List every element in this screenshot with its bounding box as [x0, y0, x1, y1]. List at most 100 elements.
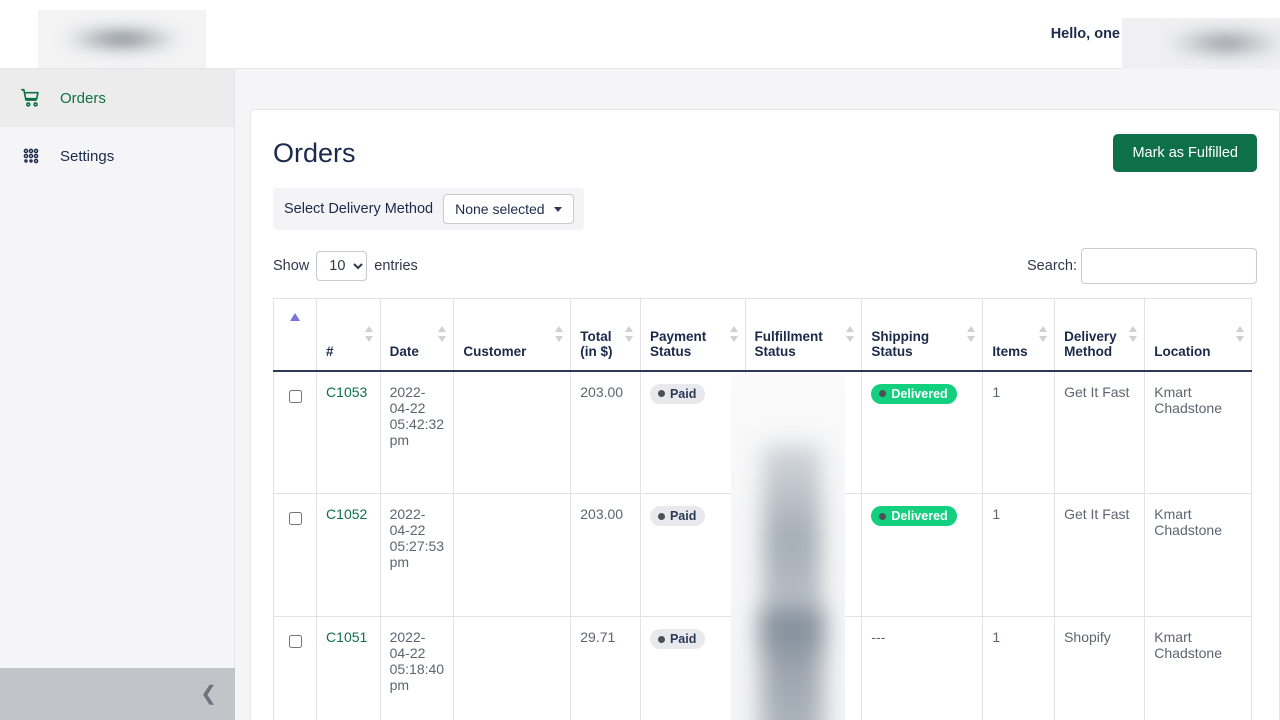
chevron-left-icon: ❮ — [200, 683, 217, 705]
cell-delivery-method: Get It Fast — [1054, 370, 1146, 494]
cell-items: 1 — [982, 370, 1056, 494]
card-header: Orders Mark as Fulfilled — [273, 134, 1257, 172]
status-dot-icon — [657, 512, 665, 520]
table-row: C1053 2022-04-22 05:42:32 pm 203.00 Paid — [272, 370, 1252, 494]
sort-icon — [729, 326, 739, 343]
table-row: C1052 2022-04-22 05:27:53 pm 203.00 Paid — [272, 493, 1252, 617]
delivery-method-dropdown[interactable]: None selected — [443, 194, 574, 224]
status-badge-payment: Paid — [649, 383, 706, 404]
cell-location: Kmart Chadstone — [1144, 616, 1252, 720]
column-header-total[interactable]: Total (in $) — [570, 298, 641, 372]
chevron-down-icon — [553, 206, 562, 212]
column-label-customer: Customer — [463, 343, 527, 359]
column-label-shipping-line2: Status — [871, 343, 913, 359]
row-select-cell — [272, 370, 318, 494]
status-dot-icon — [879, 390, 887, 397]
order-id-link[interactable]: C1052 — [326, 506, 367, 522]
top-bar: Hello, one — [0, 0, 1280, 69]
cell-location: Kmart Chadstone — [1144, 493, 1252, 617]
cell-total: 203.00 — [570, 370, 641, 494]
column-header-date[interactable]: Date — [379, 298, 455, 372]
order-id-link[interactable]: C1053 — [326, 384, 367, 400]
status-dot-icon — [762, 390, 770, 397]
status-badge-payment: Paid — [649, 629, 706, 649]
column-header-customer[interactable]: Customer — [453, 298, 572, 372]
sidebar-item-orders[interactable]: Orders — [0, 69, 234, 127]
show-entries-control: Show 10 entries — [273, 251, 418, 281]
status-dot-icon — [762, 512, 770, 520]
order-id-link[interactable]: C1051 — [326, 629, 367, 645]
sort-icon — [1129, 326, 1138, 343]
cell-date: 2022-04-22 05:42:32 pm — [379, 370, 455, 494]
user-name-redacted[interactable] — [1122, 18, 1280, 69]
cell-date: 2022-04-22 05:27:53 pm — [379, 493, 455, 617]
status-badge-fulfillment: Fulfilled — [754, 629, 832, 649]
column-header-number[interactable]: # — [316, 298, 381, 372]
column-label-fulfillment-line2: Status — [754, 343, 796, 359]
cell-shipping-status: Delivered — [861, 493, 984, 617]
column-header-items[interactable]: Items — [982, 298, 1056, 372]
status-badge-shipping: Delivered — [871, 506, 957, 526]
status-badge-payment: Paid — [649, 506, 706, 526]
status-dot-icon — [657, 635, 665, 643]
cell-shipping-status: Delivered — [861, 370, 984, 494]
sort-icon — [1039, 326, 1048, 343]
row-checkbox[interactable] — [289, 512, 303, 525]
search-input[interactable] — [1081, 248, 1257, 284]
show-entries-suffix: entries — [374, 258, 418, 274]
delivery-method-filter: Select Delivery Method None selected — [273, 188, 584, 230]
cell-location: Kmart Chadstone — [1144, 370, 1252, 494]
status-badge-fulfillment: Fulfilled — [754, 506, 832, 526]
row-checkbox[interactable] — [289, 389, 303, 403]
orders-card: Orders Mark as Fulfilled Select Delivery… — [250, 109, 1280, 720]
column-label-delivery-line1: Delivery — [1064, 328, 1117, 344]
status-dot-icon — [879, 512, 887, 520]
cell-fulfillment-status: Fulfilled — [744, 616, 863, 720]
cell-order-id: C1051 — [316, 616, 381, 720]
column-header-fulfillment-status[interactable]: Fulfillment Status — [744, 298, 863, 372]
sort-icon — [438, 326, 447, 343]
sort-icon — [1236, 326, 1245, 343]
sidebar-collapse-button[interactable]: ❮ — [0, 668, 235, 720]
sort-icon — [624, 326, 634, 343]
column-header-location[interactable]: Location — [1144, 298, 1252, 372]
orders-page: Hello, one Orders Settings ❮ Orders Mark… — [0, 0, 1280, 720]
column-header-select[interactable] — [272, 298, 318, 372]
row-select-cell — [272, 616, 318, 720]
mark-as-fulfilled-button[interactable]: Mark as Fulfilled — [1113, 134, 1257, 172]
delivery-method-selected-value: None selected — [455, 201, 545, 217]
column-label-fulfillment-line1: Fulfillment — [754, 328, 823, 344]
cell-fulfillment-status: Fulfilled — [744, 493, 863, 617]
column-header-payment-status[interactable]: Payment Status — [639, 298, 746, 372]
cell-order-id: C1052 — [316, 493, 381, 617]
cell-customer — [453, 616, 572, 720]
greeting-text: Hello, one — [1050, 26, 1120, 42]
sort-icon — [555, 326, 564, 343]
filter-row: Select Delivery Method None selected — [273, 188, 1257, 230]
column-label-date: Date — [389, 343, 419, 359]
table-row: C1051 2022-04-22 05:18:40 pm 29.71 Paid — [272, 616, 1252, 720]
entries-per-page-select[interactable]: 10 — [316, 251, 368, 281]
delivery-method-label: Select Delivery Method — [284, 201, 434, 217]
cell-total: 203.00 — [570, 493, 641, 617]
brand-logo-icon[interactable] — [38, 10, 206, 68]
search-label: Search: — [1027, 258, 1077, 274]
search-control: Search: — [1027, 248, 1257, 284]
show-entries-prefix: Show — [273, 258, 310, 274]
sidebar-item-label-orders: Orders — [60, 89, 106, 107]
column-header-shipping-status[interactable]: Shipping Status — [861, 298, 984, 372]
row-checkbox[interactable] — [289, 635, 303, 648]
cell-items: 1 — [982, 493, 1056, 617]
orders-table: # Date Customer Total (in $) Payment Sta… — [272, 298, 1252, 720]
sidebar-item-settings[interactable]: Settings — [0, 127, 234, 185]
column-label-total-line2: (in $) — [580, 343, 613, 359]
table-header-row: # Date Customer Total (in $) Payment Sta… — [272, 298, 1252, 372]
cell-shipping-status: --- — [861, 616, 984, 720]
orders-table-container: # Date Customer Total (in $) Payment Sta… — [272, 298, 1257, 720]
cell-customer — [453, 493, 572, 617]
cell-delivery-method: Shopify — [1054, 616, 1146, 720]
column-label-total-line1: Total — [580, 328, 612, 344]
main-content: Orders Mark as Fulfilled Select Delivery… — [235, 69, 1280, 720]
column-header-delivery-method[interactable]: Delivery Method — [1054, 298, 1146, 372]
cell-total: 29.71 — [570, 616, 641, 720]
